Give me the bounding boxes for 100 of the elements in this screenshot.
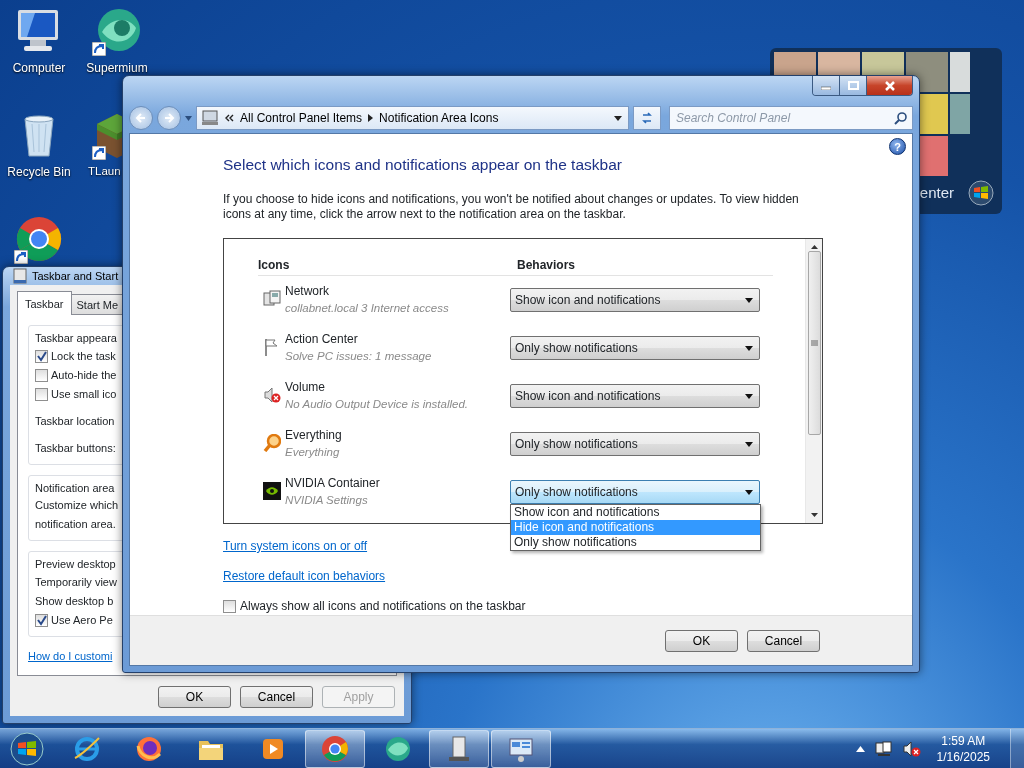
- checkbox-label: Lock the task: [51, 348, 116, 364]
- app-name: Everything: [285, 427, 343, 445]
- behavior-dropdown[interactable]: Show icon and notifications: [510, 288, 760, 312]
- tab[interactable]: Start Me: [70, 293, 125, 315]
- maximize-button[interactable]: [840, 76, 867, 95]
- window-title: Taskbar and Start: [32, 268, 119, 284]
- chrome-icon[interactable]: [14, 214, 64, 264]
- icon-label[interactable]: Supermium: [86, 59, 148, 77]
- checkbox[interactable]: [35, 613, 48, 627]
- refresh-icon: [640, 112, 654, 125]
- forward-arrow-icon: [163, 112, 175, 125]
- setting-label: Temporarily view: [35, 574, 117, 590]
- behavior-dropdown[interactable]: Show icon and notifications: [510, 384, 760, 408]
- scroll-up-icon[interactable]: [810, 245, 818, 249]
- breadcrumb[interactable]: Notification Area Icons: [379, 109, 499, 128]
- back-arrow-icon: [135, 112, 147, 125]
- app-detail: No Audio Output Device is installed.: [285, 397, 470, 413]
- help-link[interactable]: How do I customi: [28, 649, 113, 662]
- column-header: Behaviors: [517, 256, 576, 274]
- dialog-button[interactable]: OK: [665, 629, 738, 652]
- checkbox[interactable]: [223, 599, 236, 613]
- app-detail: NVIDIA Settings: [285, 493, 369, 509]
- checkbox[interactable]: [35, 349, 48, 363]
- address-bar[interactable]: All Control Panel Items Notification Area Icons: [196, 106, 629, 131]
- refresh-button[interactable]: [633, 106, 661, 131]
- icon-label[interactable]: Computer: [12, 59, 66, 77]
- magnifier-icon: [263, 434, 281, 452]
- scroll-thumb[interactable]: [807, 251, 821, 435]
- search-icon[interactable]: [894, 111, 908, 126]
- setting-label: Taskbar location: [35, 413, 115, 429]
- taskbar-button[interactable]: [305, 729, 365, 768]
- app-name: Network: [285, 283, 330, 301]
- clock-date: 1/16/2025: [936, 748, 990, 765]
- dialog-button[interactable]: OK: [158, 686, 231, 708]
- column-header: Icons: [258, 256, 291, 274]
- network-icon: [263, 290, 281, 308]
- windows-logo-icon: [968, 180, 994, 206]
- behavior-dropdown[interactable]: Only show notifications: [510, 432, 760, 456]
- dropdown-option[interactable]: Show icon and notifications: [511, 505, 760, 520]
- caret-icon: [745, 345, 753, 351]
- setting-label: Show desktop b: [35, 593, 114, 609]
- setting-label: notification area.: [35, 517, 116, 533]
- close-button[interactable]: [867, 76, 912, 95]
- group-label: Taskbar appeara: [35, 331, 117, 346]
- dialog-button[interactable]: Cancel: [747, 629, 820, 652]
- maximize-icon: [847, 81, 859, 90]
- app-detail: collabnet.local 3 Internet access: [285, 301, 450, 317]
- minimize-button[interactable]: [813, 76, 840, 95]
- muted-speaker-icon: [263, 386, 281, 404]
- taskbar-button[interactable]: [429, 729, 489, 768]
- chevron-icon: [225, 114, 234, 123]
- icon-label[interactable]: Recycle Bin: [7, 163, 71, 181]
- link[interactable]: Restore default icon behaviors: [223, 567, 386, 585]
- chrome-icon: [320, 733, 350, 764]
- behavior-dropdown[interactable]: Only show notifications: [510, 336, 760, 360]
- checkbox[interactable]: [35, 387, 48, 401]
- network-icon[interactable]: [874, 740, 893, 757]
- app-name: Action Center: [285, 331, 359, 349]
- link[interactable]: Turn system icons on or off: [223, 537, 368, 555]
- dialog-button[interactable]: Cancel: [240, 686, 313, 708]
- computer-icon: [201, 110, 219, 127]
- app-name: NVIDIA Container: [285, 475, 381, 493]
- group-label: Notification area: [35, 480, 115, 496]
- caret-icon: [745, 489, 753, 495]
- icon-label[interactable]: TLaun: [88, 163, 121, 181]
- page-heading: Select which icons and notifications appear on the taskbar: [223, 156, 623, 175]
- search-field[interactable]: Search Control Panel: [669, 106, 913, 131]
- checkbox-label: Use Aero Pe: [51, 612, 113, 628]
- caret-icon[interactable]: [614, 115, 622, 121]
- caret-icon: [745, 393, 753, 399]
- forward-button[interactable]: [157, 106, 181, 131]
- checkbox-label: Use small ico: [51, 386, 117, 402]
- close-icon: [883, 80, 896, 91]
- arrow-icon: [368, 114, 374, 123]
- gadget-label: enter: [919, 182, 954, 203]
- clock-time: 1:59 AM: [941, 732, 986, 749]
- description-text: If you choose to hide icons and notifications, you won't be notified about changes or updates. To view hidden icons at any time, click the arrow next to the notification area on the taskbar.: [223, 192, 800, 222]
- setting-label: Taskbar buttons:: [35, 440, 116, 456]
- show-hidden-icons-icon[interactable]: [855, 745, 865, 752]
- clock[interactable]: 1:59 AM 1/16/2025: [936, 732, 990, 765]
- group-label: Preview desktop: [35, 557, 116, 572]
- setting-label: Customize which: [35, 498, 119, 514]
- back-button[interactable]: [129, 106, 153, 131]
- breadcrumb[interactable]: All Control Panel Items: [240, 109, 363, 128]
- nvidia-icon: [263, 482, 281, 500]
- checkbox-label: Auto-hide the: [51, 367, 117, 383]
- app-detail: Everything: [285, 445, 341, 461]
- app-detail: Solve PC issues: 1 message: [285, 349, 433, 365]
- checkbox[interactable]: [35, 368, 48, 382]
- dropdown-option[interactable]: Only show notifications: [511, 535, 760, 550]
- taskbar-button[interactable]: [491, 729, 551, 768]
- scrollbar[interactable]: [805, 239, 822, 523]
- checkbox-label: Always show all icons and notifications on the taskbar: [240, 598, 526, 615]
- scroll-down-icon[interactable]: [810, 513, 818, 517]
- behavior-dropdown[interactable]: Only show notifications: [510, 480, 760, 504]
- tab[interactable]: Taskbar: [17, 290, 72, 315]
- muted-speaker-icon[interactable]: [902, 740, 921, 757]
- show-desktop-button[interactable]: [1010, 728, 1024, 768]
- caret-icon: [745, 441, 753, 447]
- caret-icon: [745, 297, 753, 303]
